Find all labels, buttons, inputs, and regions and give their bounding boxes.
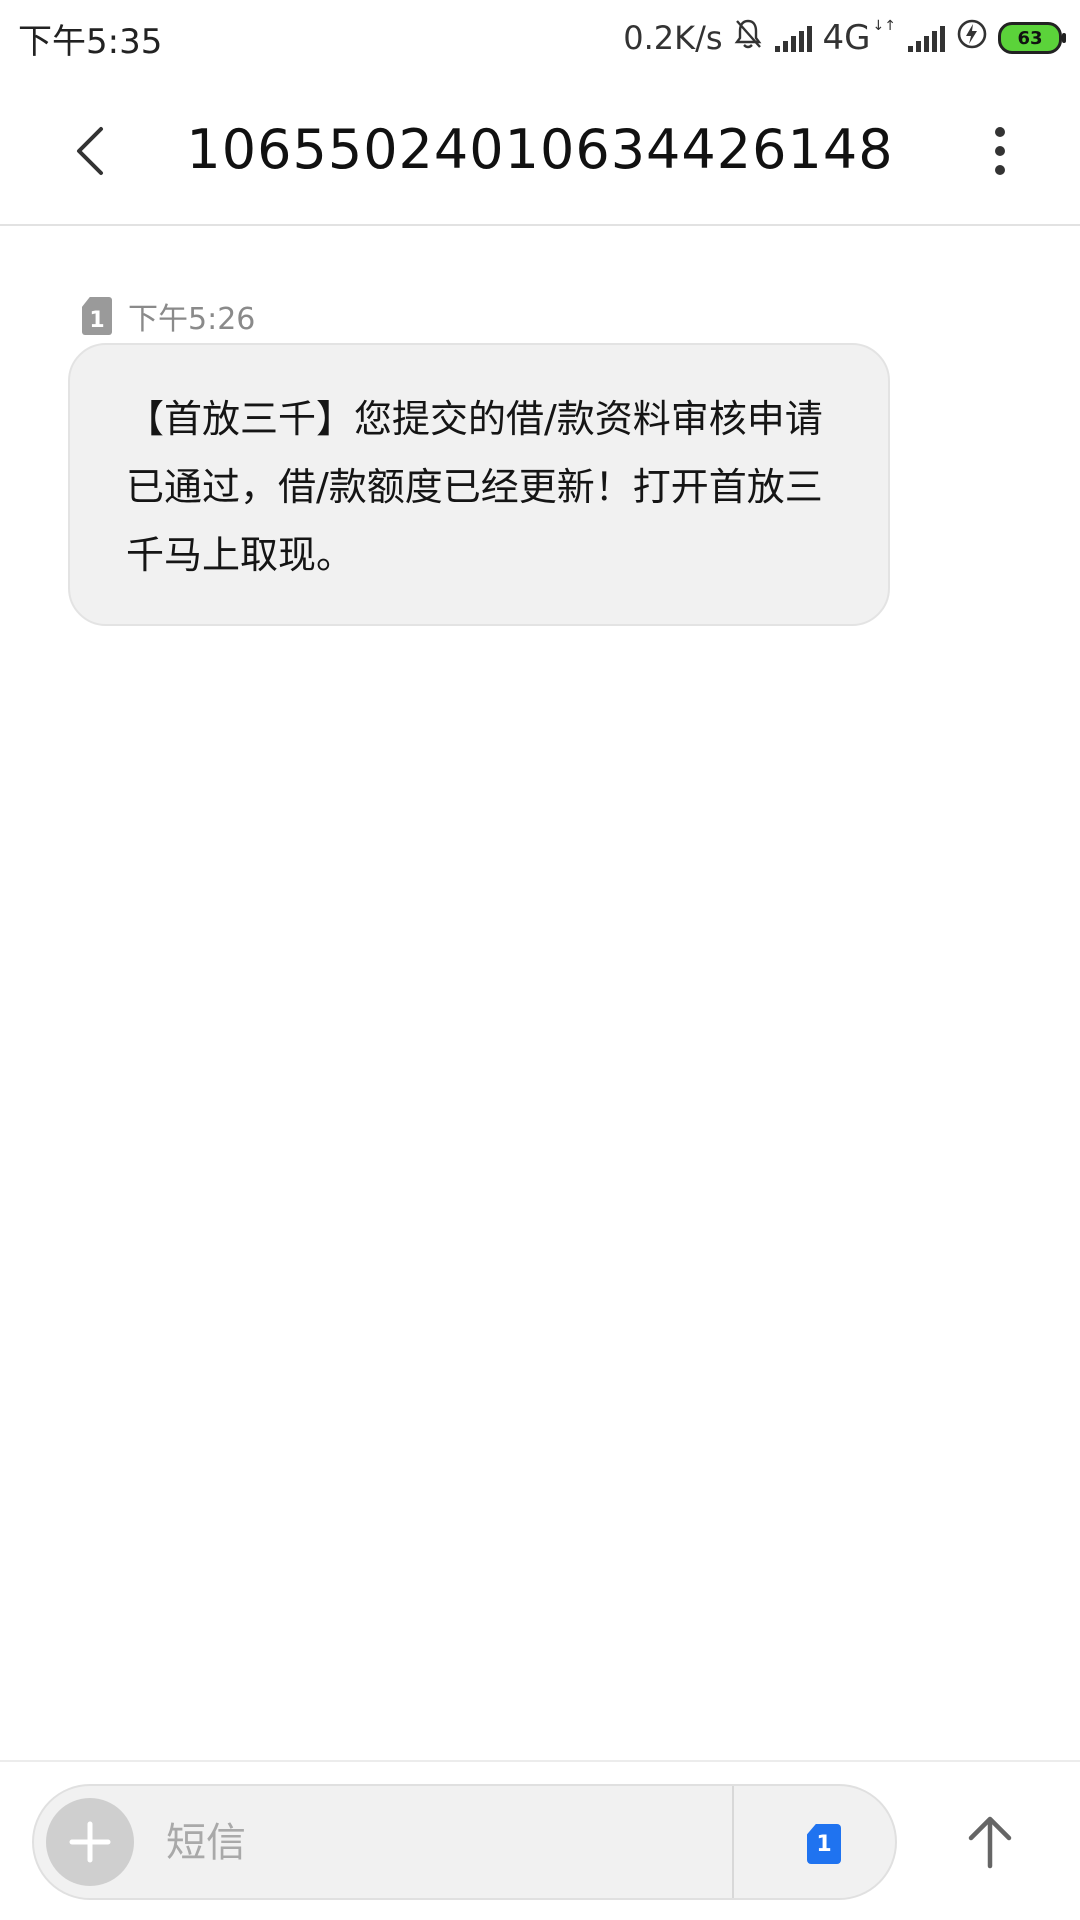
composer-bar: 1: [0, 1760, 1080, 1920]
status-time: 下午5:35: [18, 21, 163, 62]
charging-icon: [956, 18, 988, 58]
message-time: 下午5:26: [128, 302, 256, 337]
battery-icon: 63: [998, 22, 1066, 54]
conversation-header: 10655024010634426148: [0, 76, 1080, 226]
signal-icon: [906, 24, 946, 52]
arrow-up-icon: [968, 1816, 1012, 1869]
message-meta: 1 下午5:26: [82, 294, 255, 338]
page-title: 10655024010634426148: [186, 118, 894, 181]
status-icons: 0.2K/s 4G ↓↑ 63: [623, 18, 1066, 58]
sms-input[interactable]: [164, 1806, 728, 1880]
sim-card-icon: 1: [82, 297, 112, 335]
composer-divider: [732, 1786, 734, 1898]
more-options-button[interactable]: [980, 116, 1020, 186]
plus-icon: [69, 1821, 111, 1863]
network-type: 4G ↓↑: [822, 18, 896, 58]
send-button[interactable]: [955, 1802, 1025, 1882]
net-speed: 0.2K/s: [623, 19, 723, 57]
more-vertical-icon: [995, 127, 1005, 175]
status-bar: 下午5:35 0.2K/s 4G ↓↑ 63: [0, 0, 1080, 76]
message-bubble[interactable]: 【首放三千】您提交的借/款资料审核申请已通过，借/款额度已经更新！打开首放三千马…: [68, 343, 890, 626]
sim-select-button[interactable]: 1: [794, 1816, 854, 1872]
composer-pill: 1: [32, 1784, 897, 1900]
sim-card-icon: 1: [807, 1824, 841, 1864]
add-attachment-button[interactable]: [46, 1798, 134, 1886]
signal-icon: [773, 24, 813, 52]
message-text: 【首放三千】您提交的借/款资料审核申请已通过，借/款额度已经更新！打开首放三千马…: [126, 397, 823, 577]
bell-off-icon: [733, 18, 763, 58]
